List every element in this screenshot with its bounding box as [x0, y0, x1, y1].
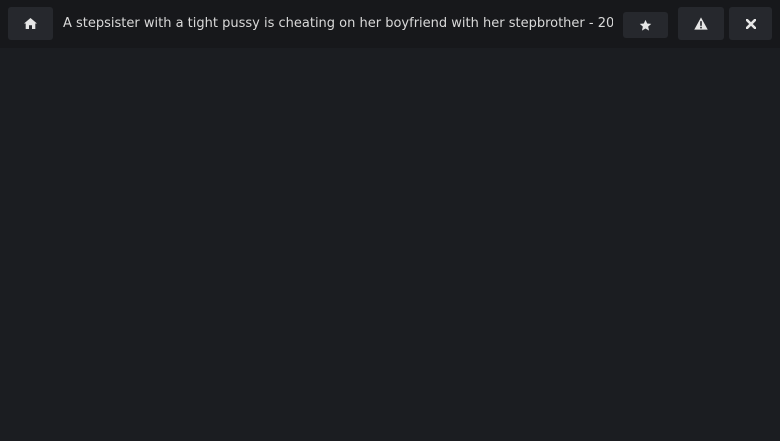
top-bar: A stepsister with a tight pussy is cheat…: [0, 0, 780, 48]
home-button[interactable]: [8, 7, 53, 40]
favorite-button[interactable]: [623, 12, 668, 38]
home-icon: [24, 18, 37, 29]
report-button[interactable]: [678, 7, 724, 40]
close-icon: [745, 18, 756, 29]
warning-icon: [694, 17, 708, 30]
page-title: A stepsister with a tight pussy is cheat…: [63, 16, 613, 31]
close-button[interactable]: [729, 7, 772, 40]
content-area: [0, 48, 780, 441]
star-icon: [639, 19, 652, 32]
